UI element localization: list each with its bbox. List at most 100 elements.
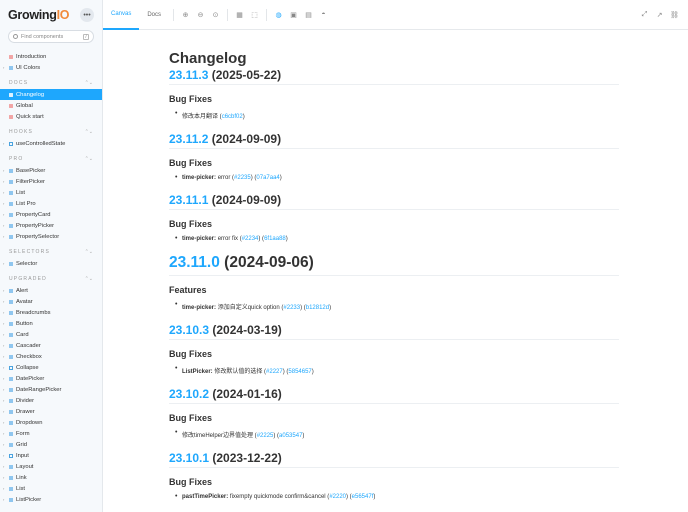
release-version-link[interactable]: 23.10.3	[169, 323, 209, 337]
outline-icon[interactable]: ⬚	[248, 8, 262, 22]
release-version-link[interactable]: 23.11.2	[169, 132, 208, 146]
brand-logo[interactable]: GrowingIO	[8, 8, 69, 22]
sidebar-item-list-pro[interactable]: › List Pro	[0, 198, 102, 209]
pr-link[interactable]: #2233	[283, 305, 300, 311]
sidebar-item-label: Introduction	[16, 53, 47, 60]
open-new-tab-icon[interactable]: ↗	[653, 8, 667, 22]
sidebar-item-cascader[interactable]: › Cascader	[0, 340, 102, 351]
pr-link[interactable]: #2225	[257, 433, 274, 439]
sidebar-section-upgraded[interactable]: UPGRADED ⌃⌄	[0, 273, 102, 285]
commit-link[interactable]: 07a7aa4	[256, 175, 279, 181]
sidebar-section-pro[interactable]: PRO ⌃⌄	[0, 153, 102, 165]
sidebar-item-changelog[interactable]: Changelog	[0, 89, 102, 100]
toggle-icon[interactable]: ◓	[317, 8, 331, 22]
component-icon	[9, 179, 13, 184]
commit-link[interactable]: a053547	[279, 433, 302, 439]
commit-link[interactable]: c6cbf02	[222, 114, 243, 120]
pr-link[interactable]: #2235	[234, 175, 251, 181]
sidebar-section-selectors[interactable]: SELECTORS ⌃⌄	[0, 246, 102, 258]
commit-link[interactable]: 5854657	[288, 369, 311, 375]
sidebar-item-list[interactable]: › List	[0, 187, 102, 198]
commit-link[interactable]: e56547f	[352, 494, 374, 500]
fullscreen-icon[interactable]: ⤢	[638, 8, 652, 22]
change-description: error fix	[217, 236, 239, 242]
change-scope: time-picker:	[182, 305, 217, 311]
more-menu-button[interactable]: •••	[80, 8, 94, 22]
component-icon	[9, 409, 13, 414]
sidebar-item-link[interactable]: › Link	[0, 472, 102, 483]
sidebar-item-button[interactable]: › Button	[0, 318, 102, 329]
sidebar-item-ui-colors[interactable]: › UI Colors	[0, 62, 102, 73]
sidebar-item-breadcrumbs[interactable]: › Breadcrumbs	[0, 307, 102, 318]
copy-link-icon[interactable]: ⛓	[668, 8, 682, 22]
section-heading: Bug Fixes	[169, 219, 213, 229]
folder-icon	[9, 365, 13, 370]
expand-collapse-icon[interactable]: ⌃⌄	[85, 129, 93, 135]
zoom-in-icon[interactable]: ⊕	[179, 8, 193, 22]
release-version-link[interactable]: 23.11.0	[169, 254, 220, 271]
sidebar-section-hooks[interactable]: HOOKS ⌃⌄	[0, 126, 102, 138]
sidebar-item-propertyselector[interactable]: › PropertySelector	[0, 231, 102, 242]
zoom-reset-icon[interactable]: ⊙	[209, 8, 223, 22]
expand-arrow-icon: ›	[3, 141, 5, 146]
expand-collapse-icon[interactable]: ⌃⌄	[85, 249, 93, 255]
sidebar-item-datepicker[interactable]: › DatePicker	[0, 373, 102, 384]
sidebar-section-docs[interactable]: DOCS ⌃⌄	[0, 77, 102, 89]
sidebar-item-collapse[interactable]: › Collapse	[0, 362, 102, 373]
zoom-out-icon[interactable]: ⊖	[194, 8, 208, 22]
sidebar-item-layout[interactable]: › Layout	[0, 461, 102, 472]
sidebar-item-drawer[interactable]: › Drawer	[0, 406, 102, 417]
sidebar-item-card[interactable]: › Card	[0, 329, 102, 340]
sidebar-item-alert[interactable]: › Alert	[0, 285, 102, 296]
sidebar-item-dropdown[interactable]: › Dropdown	[0, 417, 102, 428]
tab-canvas[interactable]: Canvas	[103, 0, 140, 30]
sidebar-item-listpicker[interactable]: › ListPicker	[0, 494, 102, 505]
tab-docs[interactable]: Docs	[139, 0, 169, 30]
sidebar-item-propertypicker[interactable]: › PropertyPicker	[0, 220, 102, 231]
sidebar-item-quick-start[interactable]: Quick start	[0, 111, 102, 122]
expand-arrow-icon: ›	[3, 409, 5, 414]
commit-link[interactable]: b12812d	[306, 305, 329, 311]
sidebar-item-global[interactable]: Global	[0, 100, 102, 111]
sidebar-item-label: Changelog	[16, 91, 45, 98]
pr-link[interactable]: #2234	[242, 236, 259, 242]
sidebar-item-selector[interactable]: › Selector	[0, 258, 102, 269]
release-version-link[interactable]: 23.10.1	[169, 451, 209, 465]
sidebar-item-input[interactable]: › Input	[0, 450, 102, 461]
expand-collapse-icon[interactable]: ⌃⌄	[85, 276, 93, 282]
sidebar-item-label: Drawer	[16, 408, 35, 415]
commit-link[interactable]: 6f1aa88	[264, 236, 286, 242]
search-input[interactable]: Find components /	[8, 30, 94, 43]
sidebar-item-divider[interactable]: › Divider	[0, 395, 102, 406]
release-version-link[interactable]: 23.10.2	[169, 387, 209, 401]
sidebar-item-usecontrolledstate[interactable]: › useControlledState	[0, 138, 102, 149]
sidebar-item-introduction[interactable]: Introduction	[0, 51, 102, 62]
release-version-link[interactable]: 23.11.3	[169, 68, 208, 82]
release-date: (2024-01-16)	[212, 387, 282, 401]
expand-collapse-icon[interactable]: ⌃⌄	[85, 80, 93, 86]
expand-arrow-icon: ›	[3, 201, 5, 206]
sidebar-item-avatar[interactable]: › Avatar	[0, 296, 102, 307]
sidebar-item-label: Global	[16, 102, 33, 109]
expand-arrow-icon: ›	[3, 234, 5, 239]
list-item: 修改本月翻译 (c6cbf02)	[169, 110, 619, 120]
pr-link[interactable]: #2220	[329, 494, 346, 500]
release-heading: 23.10.1 (2023-12-22)	[169, 451, 619, 468]
sidebar-item-checkbox[interactable]: › Checkbox	[0, 351, 102, 362]
viewport-icon[interactable]: ▣	[287, 8, 301, 22]
sidebar-item-daterangepicker[interactable]: › DateRangePicker	[0, 384, 102, 395]
sidebar-item-propertycard[interactable]: › PropertyCard	[0, 209, 102, 220]
sidebar-item-basepicker[interactable]: › BasePicker	[0, 165, 102, 176]
sidebar-item-list[interactable]: › List	[0, 483, 102, 494]
sidebar-item-form[interactable]: › Form	[0, 428, 102, 439]
grid-icon[interactable]: ▦	[233, 8, 247, 22]
expand-collapse-icon[interactable]: ⌃⌄	[85, 156, 93, 162]
sidebar-item-label: List	[16, 189, 26, 196]
pr-link[interactable]: #2227	[266, 369, 283, 375]
measure-icon[interactable]: ▤	[302, 8, 316, 22]
background-icon[interactable]: ◍	[272, 8, 286, 22]
sidebar-item-grid[interactable]: › Grid	[0, 439, 102, 450]
release-version-link[interactable]: 23.11.1	[169, 193, 208, 207]
sidebar-item-filterpicker[interactable]: › FilterPicker	[0, 176, 102, 187]
list-item: pastTimePicker: fixempty quickmode confi…	[169, 493, 619, 500]
